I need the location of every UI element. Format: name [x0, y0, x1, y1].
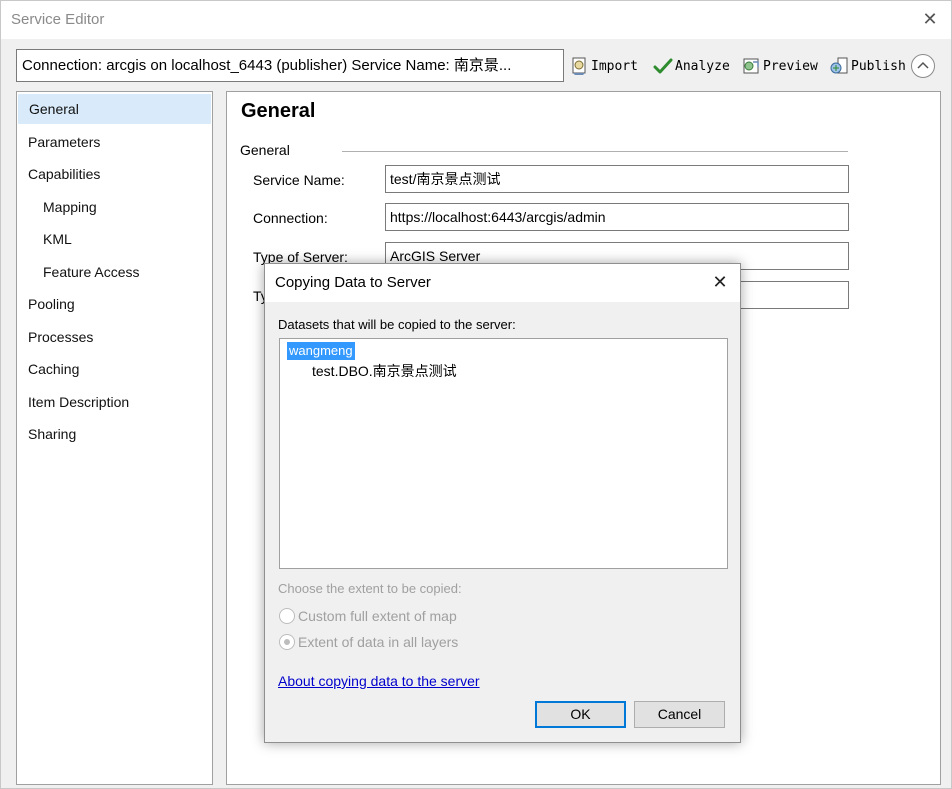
chevron-up-icon — [912, 55, 934, 77]
service-name-field[interactable]: test/南京景点测试 — [385, 165, 849, 193]
title-bar: Service Editor ✕ — [1, 1, 951, 39]
sidebar-item-general[interactable]: General — [18, 94, 211, 124]
group-divider — [342, 151, 848, 152]
sidebar-item-mapping[interactable]: Mapping — [17, 192, 212, 222]
custom-extent-option[interactable]: Custom full extent of map — [279, 608, 457, 624]
extent-label: Choose the extent to be copied: — [278, 581, 462, 596]
sidebar-item-sharing[interactable]: Sharing — [17, 419, 212, 449]
sidebar-item-kml[interactable]: KML — [17, 224, 212, 254]
group-label: General — [240, 142, 290, 158]
radio-checked-icon[interactable] — [279, 634, 295, 650]
datasets-label: Datasets that will be copied to the serv… — [278, 317, 516, 332]
data-extent-option[interactable]: Extent of data in all layers — [279, 634, 458, 650]
about-copying-link[interactable]: About copying data to the server — [278, 673, 480, 689]
radio-unchecked-icon[interactable] — [279, 608, 295, 624]
analyze-label: Analyze — [675, 58, 730, 74]
page-title: General — [241, 100, 316, 122]
copying-data-dialog: Copying Data to Server ✕ Datasets that w… — [264, 263, 741, 743]
tree-node-child[interactable]: test.DBO.南京景点测试 — [312, 361, 457, 381]
toolbar: Connection: arcgis on localhost_6443 (pu… — [1, 39, 951, 89]
sidebar-item-item-description[interactable]: Item Description — [17, 387, 212, 417]
sidebar-item-processes[interactable]: Processes — [17, 322, 212, 352]
analyze-button[interactable]: Analyze — [653, 55, 730, 77]
publish-icon — [829, 56, 849, 76]
sidebar-item-pooling[interactable]: Pooling — [17, 289, 212, 319]
sidebar-item-caching[interactable]: Caching — [17, 354, 212, 384]
publish-label: Publish — [851, 58, 906, 74]
import-button[interactable]: Import — [569, 55, 638, 77]
sidebar-item-feature-access[interactable]: Feature Access — [17, 257, 212, 287]
close-icon[interactable]: ✕ — [919, 9, 941, 31]
service-name-label: Service Name: — [253, 172, 345, 188]
sidebar-item-capabilities[interactable]: Capabilities — [17, 159, 212, 189]
publish-button[interactable]: Publish — [829, 55, 906, 77]
connection-label: Connection: — [253, 210, 328, 226]
sidebar-item-parameters[interactable]: Parameters — [17, 127, 212, 157]
connection-info-box: Connection: arcgis on localhost_6443 (pu… — [16, 49, 564, 82]
connection-field[interactable]: https://localhost:6443/arcgis/admin — [385, 203, 849, 231]
data-extent-label: Extent of data in all layers — [298, 634, 459, 650]
import-label: Import — [591, 58, 638, 74]
window-title: Service Editor — [11, 11, 105, 28]
preview-icon — [741, 56, 761, 76]
cancel-button[interactable]: Cancel — [634, 701, 725, 728]
preview-button[interactable]: Preview — [741, 55, 818, 77]
close-icon[interactable]: ✕ — [709, 272, 731, 294]
checkmark-icon — [653, 56, 673, 76]
import-icon — [569, 56, 589, 76]
preview-label: Preview — [763, 58, 818, 74]
custom-extent-label: Custom full extent of map — [298, 608, 457, 624]
dialog-title-bar: Copying Data to Server ✕ — [265, 264, 740, 302]
sidebar: General Parameters Capabilities Mapping … — [16, 91, 213, 785]
collapse-button[interactable] — [911, 54, 935, 78]
tree-node-root[interactable]: wangmeng — [287, 342, 355, 360]
datasets-tree[interactable]: wangmeng test.DBO.南京景点测试 — [279, 338, 728, 569]
dialog-title: Copying Data to Server — [275, 274, 431, 291]
ok-button[interactable]: OK — [535, 701, 626, 728]
